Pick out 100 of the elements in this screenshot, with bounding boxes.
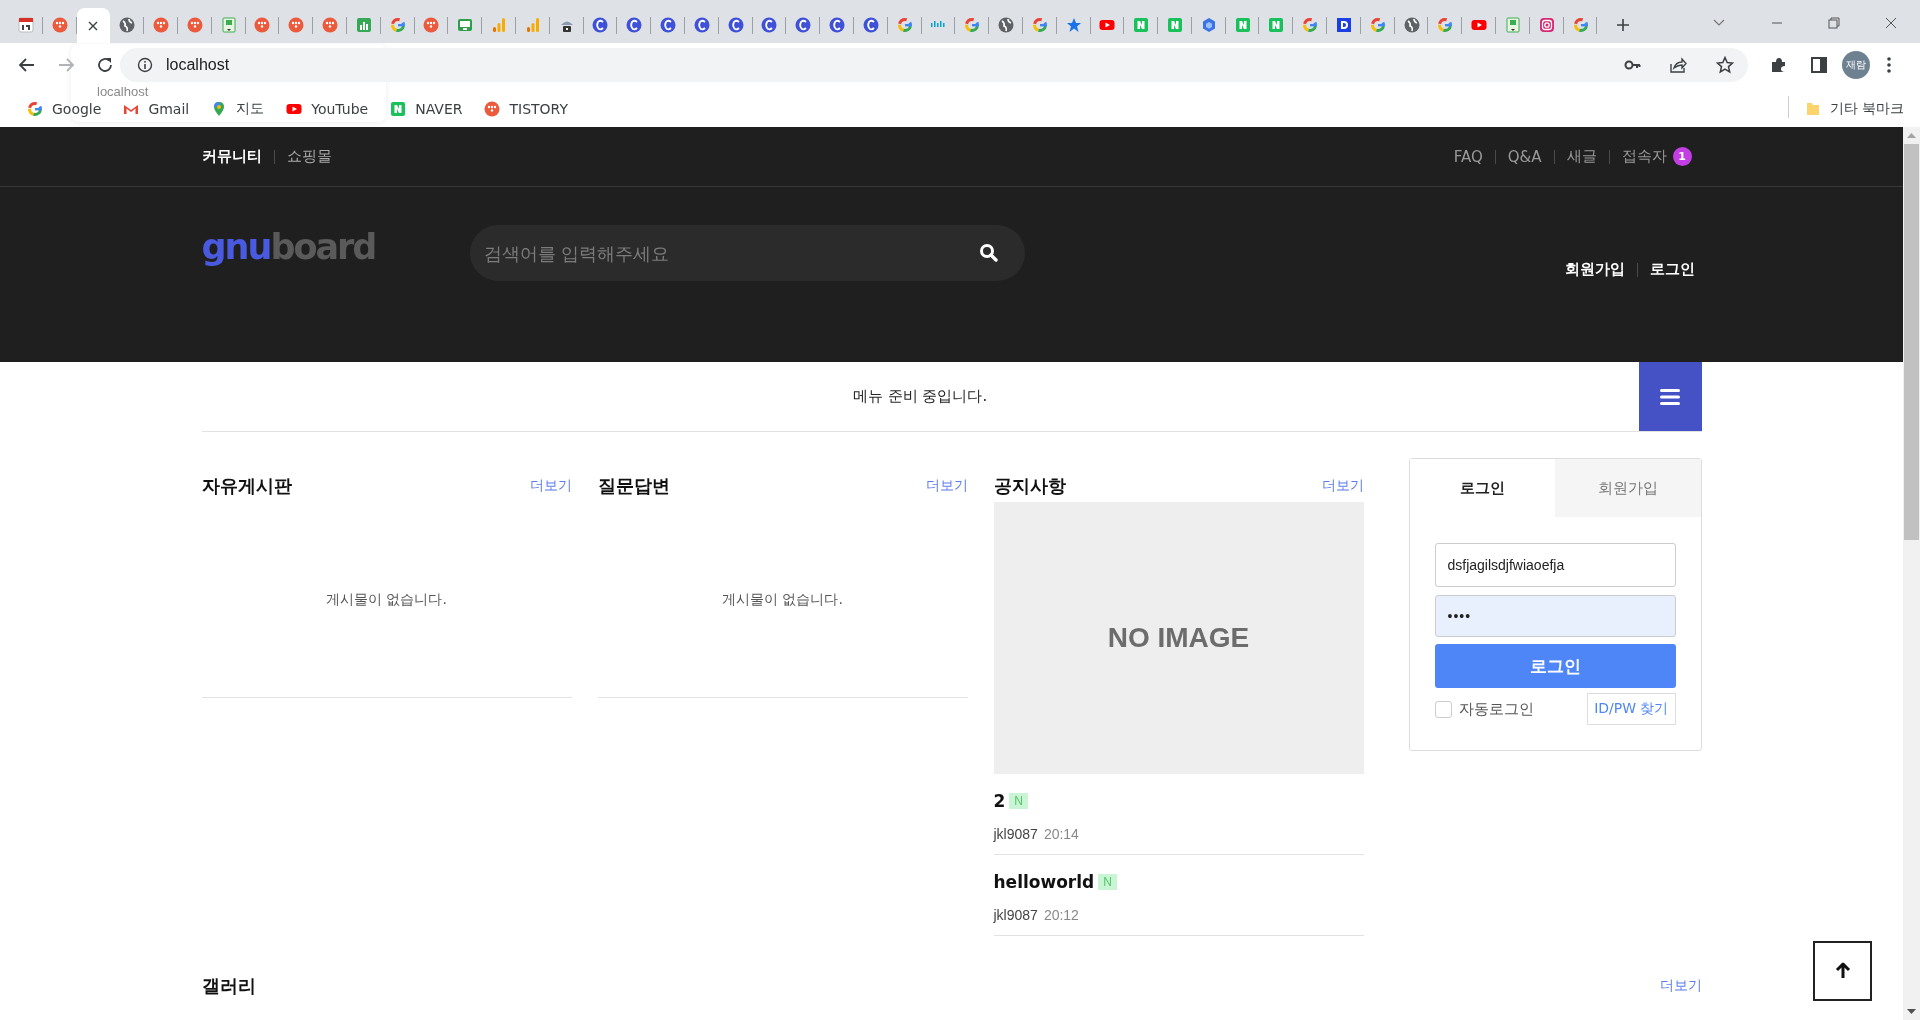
close-icon[interactable] — [1885, 17, 1897, 29]
top-link[interactable]: FAQ — [1453, 147, 1483, 166]
calendar-icon — [17, 17, 34, 33]
google-icon — [1031, 17, 1048, 33]
bar-chart-icon — [524, 17, 541, 33]
play-icon — [1099, 17, 1116, 33]
info-icon[interactable] — [137, 56, 153, 73]
top-link[interactable]: 접속자 — [1621, 147, 1667, 166]
c-logo-icon — [829, 17, 845, 33]
bookmark[interactable]: NAVER — [382, 100, 471, 117]
new-tab-icon[interactable] — [1616, 18, 1631, 32]
more-link[interactable]: 더보기 — [1659, 977, 1702, 995]
google-icon — [389, 17, 406, 33]
bookmark[interactable]: YouTube — [278, 100, 377, 117]
dots-circle-icon — [423, 17, 440, 33]
profile-avatar[interactable]: 재람 — [1842, 50, 1870, 79]
c-logo-icon — [862, 17, 879, 33]
back-icon[interactable] — [18, 55, 36, 74]
share-icon[interactable] — [1669, 55, 1687, 74]
play-icon — [1471, 17, 1488, 33]
member-link[interactable]: 로그인 — [1649, 260, 1695, 279]
more-link[interactable]: 더보기 — [925, 477, 968, 495]
site-nav-link[interactable]: 쇼핑몰 — [286, 147, 332, 166]
post-title[interactable]: helloworld — [993, 872, 1095, 892]
menu-message: 메뉴 준비 중입니다. — [851, 387, 989, 406]
find-account-button[interactable]: ID/PW 찾기 — [1587, 693, 1676, 725]
google-icon — [964, 17, 981, 33]
reload-icon[interactable] — [96, 55, 114, 74]
d-logo-icon — [1335, 17, 1352, 33]
checkbox[interactable] — [1434, 700, 1452, 718]
bar-chart-icon — [355, 17, 372, 33]
forward-icon[interactable] — [57, 55, 75, 74]
scroll-top-button[interactable] — [1813, 941, 1872, 1001]
board-title: 자유게시판 — [201, 474, 292, 498]
post-time: 20:12 — [1043, 907, 1079, 923]
top-link[interactable]: 새글 — [1566, 147, 1597, 166]
globe-icon — [1403, 17, 1420, 33]
n-logo-icon — [1268, 17, 1285, 33]
maximize-icon[interactable] — [1828, 17, 1840, 29]
globe-icon — [119, 17, 136, 33]
camera-icon — [1538, 17, 1555, 33]
n-logo-icon — [390, 100, 407, 117]
dots-circle-icon — [153, 17, 170, 33]
dots-circle-icon — [288, 17, 305, 33]
board-title: 공지사항 — [993, 474, 1066, 498]
bookmark[interactable]: TISTORY — [476, 100, 576, 117]
address-bar[interactable]: localhost — [120, 47, 1748, 82]
google-icon — [1302, 17, 1319, 33]
board-title: 질문답변 — [597, 474, 670, 498]
dots-circle-icon — [186, 17, 203, 33]
scrollbar[interactable] — [1903, 127, 1920, 1020]
globe-icon — [998, 17, 1014, 33]
scroll-thumb[interactable] — [1904, 144, 1919, 540]
bar-chart-icon — [491, 17, 508, 33]
password-field[interactable]: •••• — [1434, 595, 1676, 637]
c-logo-icon — [795, 17, 812, 33]
more-icon[interactable] — [1886, 55, 1892, 74]
more-link[interactable]: 더보기 — [529, 477, 572, 495]
post-title[interactable]: 2 — [993, 791, 1006, 811]
url-text: localhost — [166, 55, 230, 74]
folder-icon — [1804, 100, 1821, 117]
side-panel-icon[interactable] — [1810, 55, 1828, 74]
n-logo-icon — [1167, 17, 1183, 33]
bookmark-folder[interactable]: 기타 북마크 — [1796, 99, 1912, 118]
note-icon — [220, 17, 237, 33]
more-link[interactable]: 더보기 — [1321, 477, 1364, 495]
note-icon — [1504, 17, 1521, 33]
google-icon — [27, 100, 43, 117]
post-author: jkl9087 — [993, 907, 1038, 923]
dots-circle-icon — [484, 100, 501, 117]
star-icon[interactable] — [1716, 55, 1734, 74]
placeholder-text: NO IMAGE — [1107, 622, 1250, 654]
bookmark[interactable]: Google — [19, 100, 110, 117]
c-logo-icon — [693, 17, 710, 33]
member-link[interactable]: 회원가입 — [1564, 260, 1625, 279]
close-icon[interactable] — [87, 19, 100, 32]
cube-icon — [1200, 17, 1217, 33]
google-icon — [896, 17, 913, 33]
n-logo-icon — [1133, 17, 1150, 33]
id-field[interactable]: dsfjagilsdjfwiaoefja — [1434, 543, 1676, 587]
search-icon[interactable] — [978, 243, 999, 263]
c-logo-icon — [592, 17, 609, 33]
bookmark[interactable]: 지도 — [203, 99, 273, 118]
login-tab[interactable]: 회원가입 — [1555, 459, 1701, 517]
site-nav-link[interactable]: 커뮤니티 — [201, 147, 262, 166]
c-logo-icon — [727, 17, 744, 33]
arrow-up-icon — [1834, 962, 1851, 980]
monitor-icon — [457, 17, 474, 33]
top-link[interactable]: Q&A — [1507, 147, 1542, 166]
new-badge: N — [1009, 793, 1028, 809]
menu-button[interactable] — [1638, 362, 1702, 431]
bookmark[interactable]: Gmail — [115, 100, 198, 117]
c-logo-icon — [626, 17, 643, 33]
empty-message: 게시물이 없습니다. — [722, 590, 843, 609]
menu-icon — [1660, 387, 1680, 406]
search-field[interactable]: 검색어를 입력해주세요 — [469, 225, 1025, 281]
google-icon — [1369, 17, 1386, 33]
new-badge: N — [1098, 874, 1117, 890]
puzzle-icon[interactable] — [1770, 55, 1788, 74]
n-logo-icon — [1234, 17, 1251, 33]
